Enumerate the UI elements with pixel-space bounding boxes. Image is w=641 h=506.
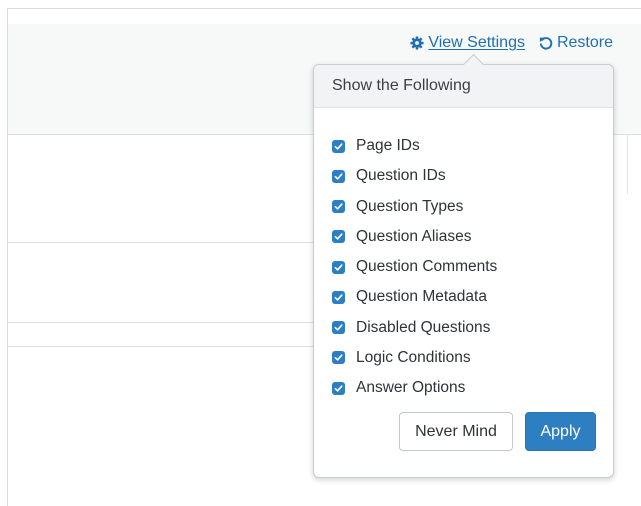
check-icon[interactable] bbox=[332, 321, 345, 335]
check-icon[interactable] bbox=[332, 230, 345, 244]
popover-header: Show the Following bbox=[314, 65, 613, 108]
gear-icon bbox=[410, 36, 424, 50]
view-settings-link[interactable]: View Settings bbox=[410, 34, 525, 52]
check-icon[interactable] bbox=[332, 200, 345, 214]
option-label: Question Comments bbox=[356, 258, 498, 276]
check-icon[interactable] bbox=[332, 351, 345, 365]
divider bbox=[627, 134, 628, 194]
toolbar-actions: View Settings Restore bbox=[410, 32, 613, 54]
restore-label: Restore bbox=[556, 34, 613, 51]
restore-link[interactable]: Restore bbox=[539, 34, 613, 52]
option-list: Page IDs Question IDs Question Types Que… bbox=[332, 131, 497, 403]
option-question-comments[interactable]: Question Comments bbox=[332, 252, 497, 282]
option-label: Logic Conditions bbox=[356, 348, 471, 366]
check-icon[interactable] bbox=[332, 381, 345, 395]
check-icon[interactable] bbox=[332, 290, 345, 304]
view-settings-popover: Show the Following Page IDs Question IDs… bbox=[313, 53, 614, 478]
option-logic-conditions[interactable]: Logic Conditions bbox=[332, 343, 497, 373]
check-icon[interactable] bbox=[332, 139, 345, 153]
option-label: Disabled Questions bbox=[356, 318, 491, 336]
check-icon[interactable] bbox=[332, 260, 345, 274]
option-question-aliases[interactable]: Question Aliases bbox=[332, 222, 497, 252]
option-label: Question Aliases bbox=[356, 227, 472, 245]
apply-button[interactable]: Apply bbox=[525, 412, 596, 451]
option-label: Question Types bbox=[356, 197, 464, 215]
option-question-metadata[interactable]: Question Metadata bbox=[332, 282, 497, 312]
option-page-ids[interactable]: Page IDs bbox=[332, 131, 497, 161]
divider bbox=[8, 242, 315, 243]
undo-icon bbox=[539, 36, 553, 50]
divider bbox=[8, 322, 315, 323]
option-label: Question Metadata bbox=[356, 288, 487, 306]
option-answer-options[interactable]: Answer Options bbox=[332, 373, 497, 403]
popover-title: Show the Following bbox=[332, 77, 471, 94]
never-mind-button[interactable]: Never Mind bbox=[399, 412, 513, 451]
view-settings-label: View Settings bbox=[428, 34, 525, 51]
check-icon[interactable] bbox=[332, 169, 345, 183]
popover-actions: Never Mind Apply bbox=[399, 412, 596, 451]
divider bbox=[8, 346, 315, 347]
option-label: Answer Options bbox=[356, 379, 466, 397]
option-question-ids[interactable]: Question IDs bbox=[332, 161, 497, 191]
option-label: Question IDs bbox=[356, 167, 446, 185]
option-question-types[interactable]: Question Types bbox=[332, 192, 497, 222]
option-label: Page IDs bbox=[356, 137, 420, 155]
option-disabled-questions[interactable]: Disabled Questions bbox=[332, 313, 497, 343]
